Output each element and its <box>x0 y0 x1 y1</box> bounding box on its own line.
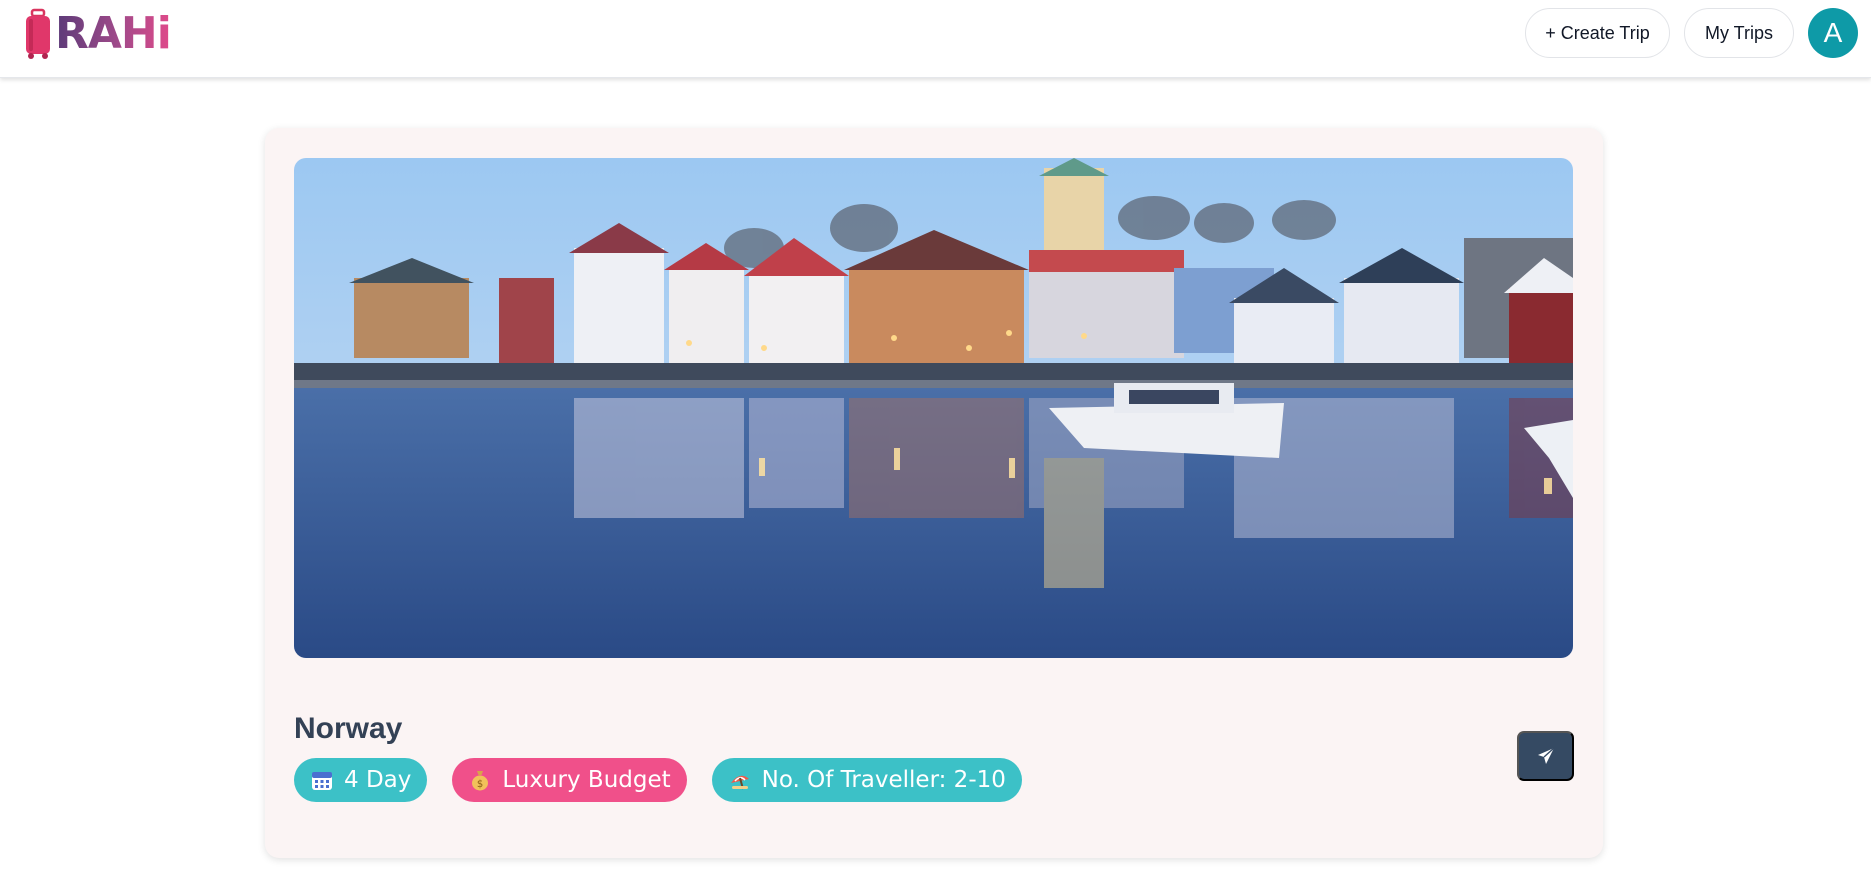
suitcase-icon <box>26 8 50 59</box>
send-icon <box>1537 747 1554 764</box>
user-avatar[interactable]: A <box>1808 8 1858 58</box>
harbor-illustration <box>294 158 1573 658</box>
calendar-icon <box>310 768 334 792</box>
travellers-chip-label: No. Of Traveller: 2-10 <box>761 767 1006 793</box>
travellers-chip: No. Of Traveller: 2-10 <box>711 758 1022 802</box>
money-bag-icon: $ <box>468 768 492 792</box>
travel-icon <box>728 768 752 792</box>
days-chip: 4 Day <box>294 758 428 802</box>
trip-card: Norway 4 Day $ Luxury Budget No. Of Trav… <box>265 128 1603 858</box>
logo-text: RAHi <box>55 8 172 59</box>
top-navbar: RAHi + Create Trip My Trips A <box>0 0 1871 78</box>
destination-hero-image <box>294 158 1573 658</box>
budget-chip-label: Luxury Budget <box>502 767 671 793</box>
budget-chip: $ Luxury Budget <box>452 758 687 802</box>
destination-title: Norway <box>294 712 403 745</box>
days-chip-label: 4 Day <box>344 767 412 793</box>
share-trip-button[interactable] <box>1517 731 1574 781</box>
brand-logo[interactable]: RAHi <box>24 8 172 60</box>
svg-text:$: $ <box>477 779 483 790</box>
trip-info-chips: 4 Day $ Luxury Budget No. Of Traveller: … <box>294 758 1022 802</box>
my-trips-button[interactable]: My Trips <box>1684 8 1794 58</box>
create-trip-button[interactable]: + Create Trip <box>1525 8 1670 58</box>
